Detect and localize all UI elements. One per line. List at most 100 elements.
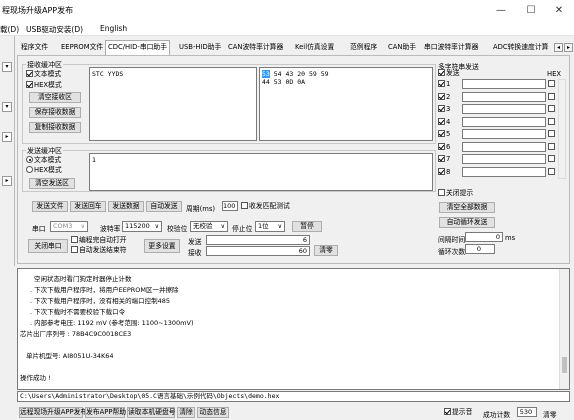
clear-log-button[interactable]: 清除 — [177, 407, 195, 418]
more-settings-button[interactable]: 更多设置 — [144, 239, 180, 253]
baud-select[interactable]: 115200 — [122, 221, 162, 232]
checkbox-checked-icon — [438, 117, 445, 125]
multi-row-checkbox[interactable]: 7 — [438, 155, 450, 164]
minimize-button[interactable]: — — [488, 3, 514, 19]
log-output[interactable]: 空闲状态时看门狗定时器停止计数 . 下次下载用户程序时，将用户EEPROM区一并… — [17, 268, 570, 390]
clear-send-button[interactable]: 清空发送区 — [29, 178, 75, 189]
pause-button[interactable]: 暂停 — [292, 221, 322, 232]
multi-row-checkbox[interactable]: 6 — [438, 142, 450, 152]
send-hex-mode-radio[interactable]: HEX模式 — [26, 166, 62, 175]
multi-row-checkbox[interactable]: 1 — [438, 80, 450, 89]
clear-count-button[interactable]: 清零 — [314, 245, 338, 256]
menu-usb-driver[interactable]: USB驱动安装(D) — [26, 24, 83, 35]
checkbox-empty-icon — [548, 167, 555, 175]
send-text-area[interactable]: 1 — [89, 153, 433, 191]
loop-count-input[interactable]: 0 — [465, 244, 495, 254]
stop-bits-select[interactable]: 1位 — [255, 221, 285, 232]
tab-adc-speed-calc[interactable]: ADC转换速度计算 — [491, 41, 550, 55]
receive-text-area[interactable]: STC YYDS — [89, 67, 257, 141]
tab-usb-hid[interactable]: USB-HID助手 — [177, 41, 223, 55]
receive-buffer-title: 接收缓冲区 — [26, 60, 63, 70]
multi-row-checkbox[interactable]: 5 — [438, 130, 450, 139]
tab-can-helper[interactable]: CAN助手 — [386, 41, 418, 55]
multi-send-all-checkbox[interactable]: 发送 — [438, 69, 460, 78]
log-scroll-thumb[interactable] — [562, 357, 567, 373]
multi-row-checkbox[interactable]: 3 — [438, 105, 450, 114]
tab-keil-settings[interactable]: Keil仿真设置 — [293, 41, 336, 55]
multi-row-input[interactable] — [462, 141, 546, 152]
multi-row-input[interactable] — [462, 91, 546, 102]
multi-row-hex-checkbox[interactable] — [548, 130, 556, 139]
left-dropdown-icon-2[interactable]: ▾ — [2, 102, 12, 112]
port-select[interactable]: COM3 — [50, 221, 88, 232]
multi-row-checkbox[interactable]: 2 — [438, 92, 450, 102]
tab-prev-icon[interactable]: ◂ — [554, 43, 563, 52]
file-path-field[interactable]: C:\Users\Administrator\Desktop\05.C语言基础\… — [17, 391, 570, 402]
multi-string-scrollbar[interactable] — [558, 79, 566, 179]
multi-row-hex-checkbox[interactable] — [548, 142, 556, 152]
multi-row-input[interactable] — [462, 129, 546, 139]
multi-row-input[interactable] — [462, 104, 546, 114]
send-text-content: 1 — [92, 156, 96, 164]
save-receive-button[interactable]: 保存接收数据 — [29, 107, 81, 118]
copy-receive-button[interactable]: 复制接收数据 — [29, 122, 81, 133]
maximize-button[interactable]: ☐ — [518, 3, 544, 19]
sound-tip-checkbox[interactable]: 提示音 — [444, 408, 472, 417]
tab-cdc-hid-serial[interactable]: CDC/HID-串口助手 — [105, 40, 171, 55]
multi-row-input[interactable] — [462, 154, 546, 164]
multi-row-input[interactable] — [462, 116, 546, 127]
tab-uart-baud-calc[interactable]: 串口波特率计算器 — [422, 41, 480, 55]
tab-next-icon[interactable]: ▸ — [564, 43, 573, 52]
auto-close-checkbox[interactable]: 自动发送结束符 — [71, 246, 127, 255]
tab-eeprom-file[interactable]: EEPROM文件 — [59, 41, 105, 55]
close-button[interactable]: ✕ — [546, 3, 572, 19]
auto-send-button[interactable]: 自动发送 — [146, 201, 182, 212]
multi-row-input[interactable] — [462, 166, 546, 177]
match-test-checkbox[interactable]: 收发匹配测试 — [241, 202, 290, 211]
multi-row-hex-checkbox[interactable] — [548, 117, 556, 127]
success-clear-button[interactable]: 清零 — [543, 409, 557, 419]
auto-loop-send-button[interactable]: 自动循环发送 — [439, 217, 495, 228]
log-scrollbar[interactable] — [559, 269, 569, 389]
send-data-button[interactable]: 发送数据 — [108, 201, 144, 212]
tab-program-file[interactable]: 程序文件 — [19, 41, 50, 55]
publish-app-button[interactable]: 远程现场升级APP发布 — [19, 407, 87, 418]
receive-hex-area[interactable]: 53 54 43 20 59 59 44 53 0D 0A — [259, 67, 433, 141]
menu-english[interactable]: English — [100, 24, 127, 33]
checkbox-checked-icon — [438, 155, 445, 162]
tab-examples[interactable]: 范例程序 — [348, 41, 379, 55]
multi-row-input[interactable] — [462, 79, 546, 89]
clear-receive-button[interactable]: 清空接收区 — [29, 92, 81, 103]
period-input[interactable]: 100 — [222, 201, 238, 211]
send-file-button[interactable]: 发送文件 — [32, 201, 68, 212]
multi-row-hex-checkbox[interactable] — [548, 155, 556, 164]
send-count-field: 6 — [206, 235, 310, 245]
recv-count-label: 接收 — [188, 249, 202, 257]
multi-row-checkbox[interactable]: 4 — [438, 117, 450, 127]
dynamic-info-button[interactable]: 动态信息 — [197, 407, 229, 418]
recv-hex-mode-checkbox[interactable]: HEX模式 — [26, 81, 62, 90]
send-text-mode-radio[interactable]: 文本模式 — [26, 156, 61, 165]
multi-row-hex-checkbox[interactable] — [548, 105, 556, 114]
baud-label: 波特率 — [100, 225, 121, 233]
clear-all-data-button[interactable]: 清空全部数据 — [439, 202, 495, 213]
read-disk-id-button[interactable]: 读取本机硬盘号 — [127, 407, 176, 418]
interval-input[interactable]: 0 — [465, 232, 503, 242]
close-tip-checkbox[interactable]: 关闭提示 — [438, 189, 473, 198]
multi-row-hex-checkbox[interactable] — [548, 80, 556, 89]
multi-row-hex-checkbox[interactable] — [548, 92, 556, 102]
send-return-button[interactable]: 发送回车 — [70, 201, 106, 212]
auto-open-checkbox[interactable]: 编程完自动打开 — [71, 236, 127, 245]
parity-select[interactable]: 无校验 — [190, 221, 228, 232]
left-expand-icon-2[interactable]: ▸ — [2, 176, 12, 186]
checkbox-checked-icon — [438, 167, 445, 175]
tab-can-baud-calc[interactable]: CAN波特率计算器 — [226, 41, 285, 55]
multi-row-checkbox[interactable]: 8 — [438, 167, 450, 177]
left-dropdown-icon[interactable]: ▾ — [2, 62, 12, 72]
menu-download[interactable]: 载(D) — [0, 24, 19, 35]
left-expand-icon[interactable]: ▸ — [2, 132, 12, 142]
recv-text-mode-checkbox[interactable]: 文本模式 — [26, 70, 61, 79]
multi-row-hex-checkbox[interactable] — [548, 167, 556, 177]
close-port-button[interactable]: 关闭串口 — [28, 239, 68, 253]
publish-help-button[interactable]: 发布APP帮助 — [85, 407, 126, 418]
